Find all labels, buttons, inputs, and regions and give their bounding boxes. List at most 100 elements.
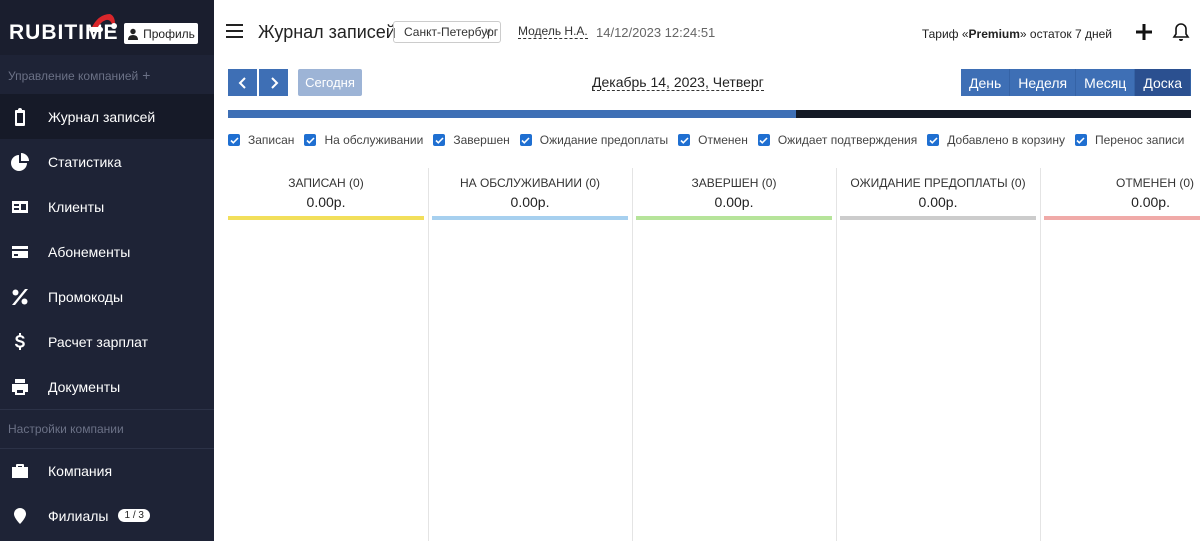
id-card-icon [10, 197, 30, 217]
column-title: ЗАПИСАН (0) [288, 176, 364, 190]
user-icon [128, 28, 139, 40]
filter-added-to-cart[interactable]: Добавлено в корзину [927, 133, 1065, 147]
filter-rescheduled[interactable]: Перенос записи [1074, 133, 1185, 147]
current-date-picker[interactable]: Декабрь 14, 2023, Четверг [592, 74, 764, 91]
section-manage-label: Управление компанией [8, 69, 139, 83]
topbar: Журнал записей Санкт-Петербург ∨ Модель … [214, 0, 1200, 55]
column-color-line [432, 216, 628, 220]
menu-icon[interactable] [226, 24, 243, 38]
prev-day-button[interactable] [228, 69, 257, 96]
sidebar-item-statistics[interactable]: Статистика [0, 139, 214, 184]
sidebar-item-label: Клиенты [48, 198, 105, 215]
view-day-button[interactable]: День [960, 69, 1011, 96]
progress-fill [228, 110, 797, 118]
sidebar-item-branches[interactable]: Филиалы 1 / 3 [0, 493, 214, 538]
checkbox-checked-icon[interactable] [433, 134, 446, 146]
printer-icon [10, 377, 30, 397]
page-title: Журнал записей [258, 22, 396, 42]
sidebar-item-journal[interactable]: Журнал записей [0, 94, 214, 139]
checkbox-checked-icon[interactable] [228, 134, 240, 146]
filter-label: Добавлено в корзину [947, 133, 1065, 147]
sidebar-item-label: Абонементы [48, 243, 131, 260]
sidebar-item-label: Документы [48, 378, 121, 395]
board-column-completed: ЗАВЕРШЕН (0) 0.00р. [636, 168, 832, 541]
sidebar-item-subscriptions[interactable]: Абонементы [0, 229, 214, 274]
column-separator [836, 168, 837, 541]
chevron-left-icon [238, 76, 246, 89]
column-title: ОЖИДАНИЕ ПРЕДОПЛАТЫ (0) [850, 176, 1026, 190]
user-link[interactable]: Модель Н.А. [518, 25, 588, 39]
column-sum: 0.00р. [306, 194, 346, 210]
tariff-info: Тариф «Premium» остаток 7 дней [922, 27, 1112, 41]
filter-awaiting-prepayment[interactable]: Ожидание предоплаты [519, 133, 668, 147]
column-sum: 0.00р. [510, 194, 550, 210]
column-color-line [636, 216, 832, 220]
add-icon[interactable] [1134, 22, 1154, 42]
board-column-in-service: НА ОБСЛУЖИВАНИИ (0) 0.00р. [432, 168, 628, 541]
sidebar: RUBITIME Профиль Управление компанией + Ж… [0, 0, 214, 541]
filter-in-service[interactable]: На обслуживании [304, 133, 423, 147]
sidebar-item-label: Журнал записей [48, 108, 156, 125]
filter-label: Отменен [698, 133, 748, 147]
map-pin-icon [10, 506, 30, 526]
chevron-down-icon: ∨ [483, 26, 492, 38]
view-switcher: День Неделя Месяц Доска [960, 69, 1191, 96]
column-color-line [228, 216, 424, 220]
checkbox-checked-icon[interactable] [304, 134, 317, 146]
briefcase-icon [10, 461, 30, 481]
column-title: ОТМЕНЕН (0) [1116, 176, 1194, 190]
sidebar-item-label: Компания [48, 462, 113, 479]
sidebar-item-promocodes[interactable]: Промокоды [0, 274, 214, 319]
sidebar-item-label: Статистика [48, 153, 122, 170]
board-column-recorded: ЗАПИСАН (0) 0.00р. [228, 168, 424, 541]
filter-cancelled[interactable]: Отменен [678, 133, 748, 147]
sidebar-item-label: Филиалы [48, 507, 109, 524]
view-month-button[interactable]: Месяц [1076, 69, 1136, 96]
column-title: ЗАВЕРШЕН (0) [691, 176, 777, 190]
current-datetime: 14/12/2023 12:24:51 [596, 25, 716, 40]
branch-select[interactable]: Санкт-Петербург ∨ [393, 21, 501, 43]
sidebar-item-label: Расчет зарплат [48, 333, 149, 350]
checkbox-checked-icon[interactable] [1074, 134, 1087, 146]
checkbox-checked-icon[interactable] [519, 134, 532, 146]
profile-label: Профиль [143, 26, 195, 41]
next-day-button[interactable] [259, 69, 288, 96]
filter-completed[interactable]: Завершен [433, 133, 510, 147]
chevron-right-icon [270, 76, 278, 89]
tariff-prefix: Тариф « [921, 27, 969, 41]
view-week-button[interactable]: Неделя [1010, 69, 1077, 96]
checkbox-checked-icon[interactable] [678, 134, 691, 146]
filter-label: На обслуживании [324, 133, 424, 147]
percent-icon [10, 287, 30, 307]
board-column-cancelled: ОТМЕНЕН (0) 0.00р. [1044, 168, 1200, 541]
santa-hat-icon [89, 14, 117, 32]
sidebar-item-documents[interactable]: Документы [0, 364, 214, 409]
sidebar-item-salary[interactable]: Расчет зарплат [0, 319, 214, 364]
filter-label: Завершен [453, 133, 510, 147]
board-column-awaiting-prepayment: ОЖИДАНИЕ ПРЕДОПЛАТЫ (0) 0.00р. [840, 168, 1036, 541]
board-columns: ЗАПИСАН (0) 0.00р. НА ОБСЛУЖИВАНИИ (0) 0… [228, 168, 1200, 541]
today-button[interactable]: Сегодня [298, 69, 362, 96]
column-color-line [840, 216, 1036, 220]
column-sum: 0.00р. [714, 194, 754, 210]
column-separator [1040, 168, 1041, 541]
checkbox-checked-icon[interactable] [757, 134, 770, 146]
section-manage: Управление компанией + [8, 67, 150, 83]
add-company-icon[interactable]: + [142, 67, 150, 83]
tariff-name: Premium [968, 27, 1020, 41]
clipboard-icon [10, 107, 30, 127]
tariff-suffix: » остаток 7 дней [1019, 27, 1112, 41]
profile-button[interactable]: Профиль [124, 23, 198, 44]
branches-count-badge: 1 / 3 [118, 509, 150, 522]
filter-awaiting-confirmation[interactable]: Ожидает подтверждения [757, 133, 917, 147]
sidebar-divider [0, 409, 214, 410]
column-color-line [1044, 216, 1200, 220]
sidebar-item-clients[interactable]: Клиенты [0, 184, 214, 229]
filter-label: Перенос записи [1094, 133, 1185, 147]
view-board-button[interactable]: Доска [1135, 69, 1191, 96]
filter-recorded[interactable]: Записан [228, 133, 294, 147]
logo-row: RUBITIME Профиль [0, 0, 214, 55]
bell-icon[interactable] [1172, 22, 1190, 42]
sidebar-item-company[interactable]: Компания [0, 448, 214, 493]
checkbox-checked-icon[interactable] [927, 134, 940, 146]
